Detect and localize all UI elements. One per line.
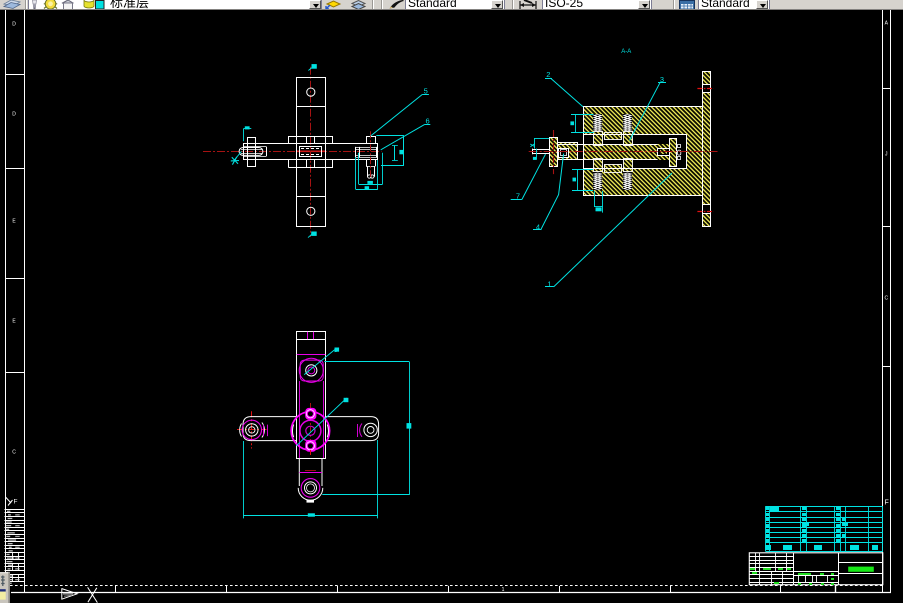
svg-text:C: C — [12, 450, 16, 456]
svg-text:D: D — [12, 112, 16, 118]
svg-text:F: F — [885, 500, 889, 507]
svg-text:2: 2 — [546, 70, 550, 79]
svg-text:7: 7 — [516, 191, 520, 200]
svg-text:5: 5 — [424, 86, 428, 95]
svg-text:D: D — [12, 22, 16, 28]
svg-text:6: 6 — [426, 116, 430, 125]
svg-text:1: 1 — [547, 279, 551, 288]
svg-text:1: 1 — [502, 587, 505, 593]
svg-text:F: F — [14, 499, 18, 506]
svg-text:C: C — [884, 296, 888, 302]
svg-text:A-A: A-A — [621, 49, 631, 55]
